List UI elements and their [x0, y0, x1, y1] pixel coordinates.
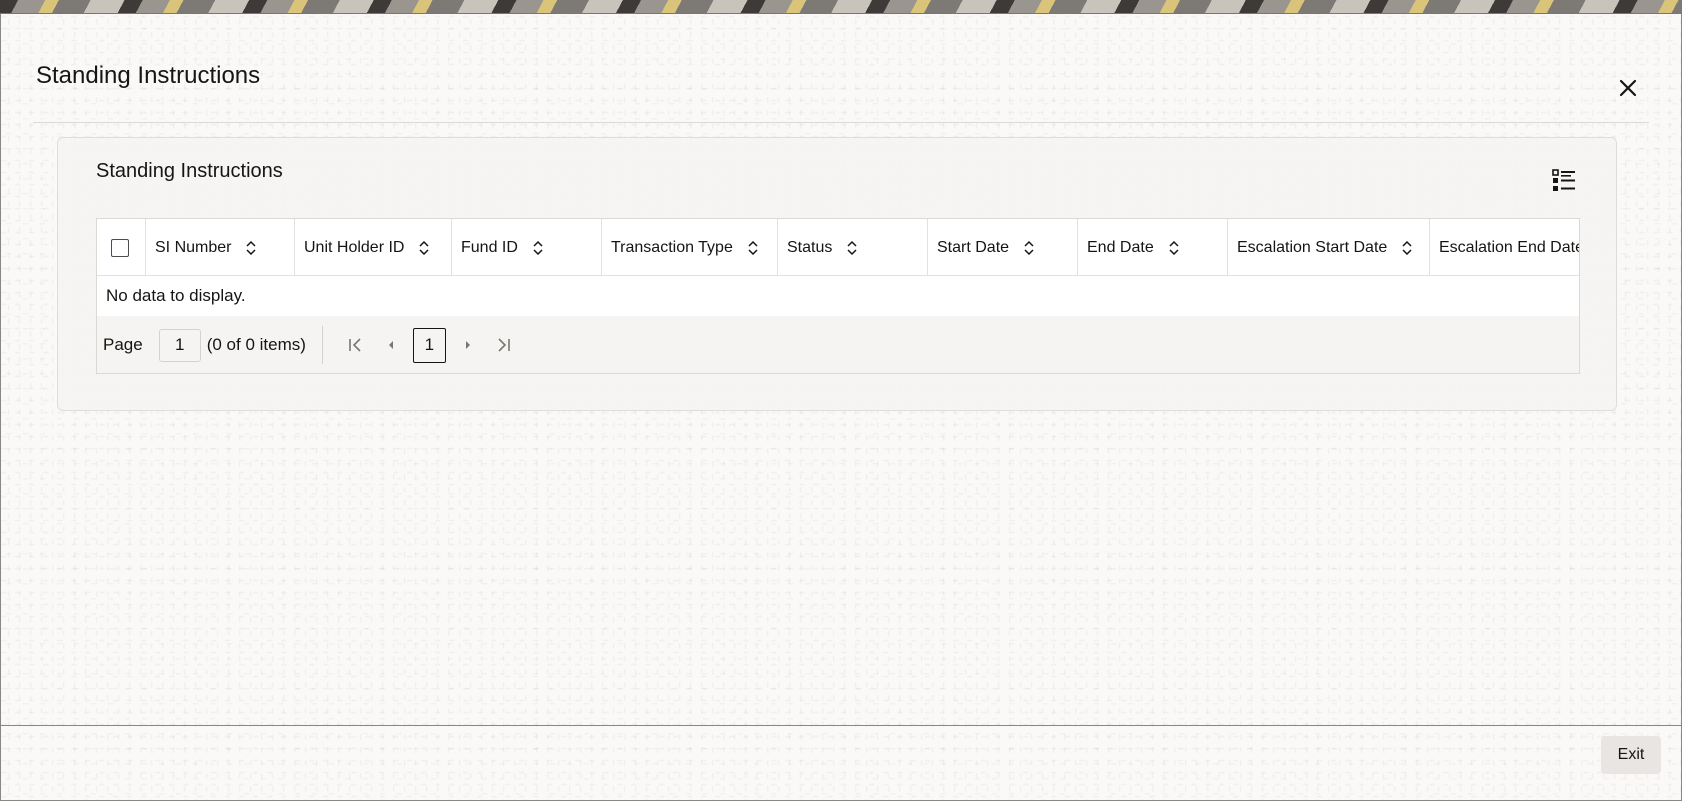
column-label: Escalation Start Date — [1237, 238, 1388, 256]
page-label: Page — [103, 335, 143, 354]
column-label: Unit Holder ID — [304, 238, 405, 256]
first-page-button[interactable] — [337, 327, 373, 363]
close-button[interactable] — [1613, 73, 1643, 103]
table-header: SI Number Unit Holder ID Fund ID Transac… — [97, 219, 1579, 276]
sort-icon[interactable] — [532, 240, 544, 256]
select-all-checkbox[interactable] — [111, 238, 129, 257]
column-label: End Date — [1087, 238, 1154, 256]
sort-icon[interactable] — [1168, 240, 1180, 256]
column-label: Start Date — [937, 238, 1010, 256]
last-page-icon — [498, 338, 510, 352]
dialog-window: Standing Instructions Standing Instructi… — [0, 0, 1682, 801]
standing-instructions-panel: Standing Instructions SI Number Unit Hol… — [57, 137, 1617, 411]
column-label: Fund ID — [461, 238, 518, 256]
previous-page-icon — [388, 341, 393, 349]
column-label: SI Number — [155, 238, 232, 256]
column-header-transaction-type[interactable]: Transaction Type — [601, 219, 777, 276]
first-page-icon — [349, 338, 361, 352]
title-divider — [33, 122, 1649, 123]
sort-icon[interactable] — [1023, 240, 1035, 256]
footer-divider — [1, 725, 1681, 726]
banner-strip — [0, 0, 1682, 14]
next-page-button[interactable] — [450, 327, 486, 363]
column-label: Status — [787, 238, 833, 256]
previous-page-button[interactable] — [373, 327, 409, 363]
panel-title: Standing Instructions — [96, 160, 283, 182]
sort-icon[interactable] — [747, 240, 759, 256]
pager-divider — [321, 326, 323, 364]
pagination-bar: Page (0 of 0 items) 1 — [97, 316, 1579, 374]
column-header-escalation-end-date[interactable]: Escalation End Date — [1429, 219, 1579, 276]
close-icon — [1619, 79, 1637, 97]
sort-icon[interactable] — [846, 240, 858, 256]
next-page-icon — [465, 341, 470, 349]
si-table: SI Number Unit Holder ID Fund ID Transac… — [96, 218, 1580, 374]
empty-message: No data to display. — [106, 286, 246, 305]
column-label: Escalation End Date — [1439, 238, 1579, 256]
exit-button[interactable]: Exit — [1601, 736, 1661, 774]
item-count: (0 of 0 items) — [206, 335, 306, 354]
column-header-start-date[interactable]: Start Date — [927, 219, 1077, 276]
column-header-si-number[interactable]: SI Number — [145, 219, 294, 276]
sort-icon[interactable] — [418, 240, 430, 256]
column-header-unit-holder-id[interactable]: Unit Holder ID — [294, 219, 451, 276]
page-1-button[interactable]: 1 — [412, 327, 446, 363]
column-header-fund-id[interactable]: Fund ID — [451, 219, 601, 276]
column-header-end-date[interactable]: End Date — [1077, 219, 1227, 276]
page-title: Standing Instructions — [36, 62, 261, 89]
select-all-cell — [97, 219, 145, 276]
sort-icon[interactable] — [245, 240, 257, 256]
list-view-button[interactable] — [1552, 168, 1576, 192]
list-view-icon — [1552, 169, 1575, 191]
sort-icon[interactable] — [1401, 240, 1413, 256]
column-label: Transaction Type — [611, 238, 733, 256]
column-header-status[interactable]: Status — [777, 219, 927, 276]
column-header-escalation-start-date[interactable]: Escalation Start Date — [1227, 219, 1429, 276]
last-page-button[interactable] — [486, 327, 522, 363]
empty-row: No data to display. — [97, 276, 1579, 316]
page-number-input[interactable] — [158, 328, 201, 362]
